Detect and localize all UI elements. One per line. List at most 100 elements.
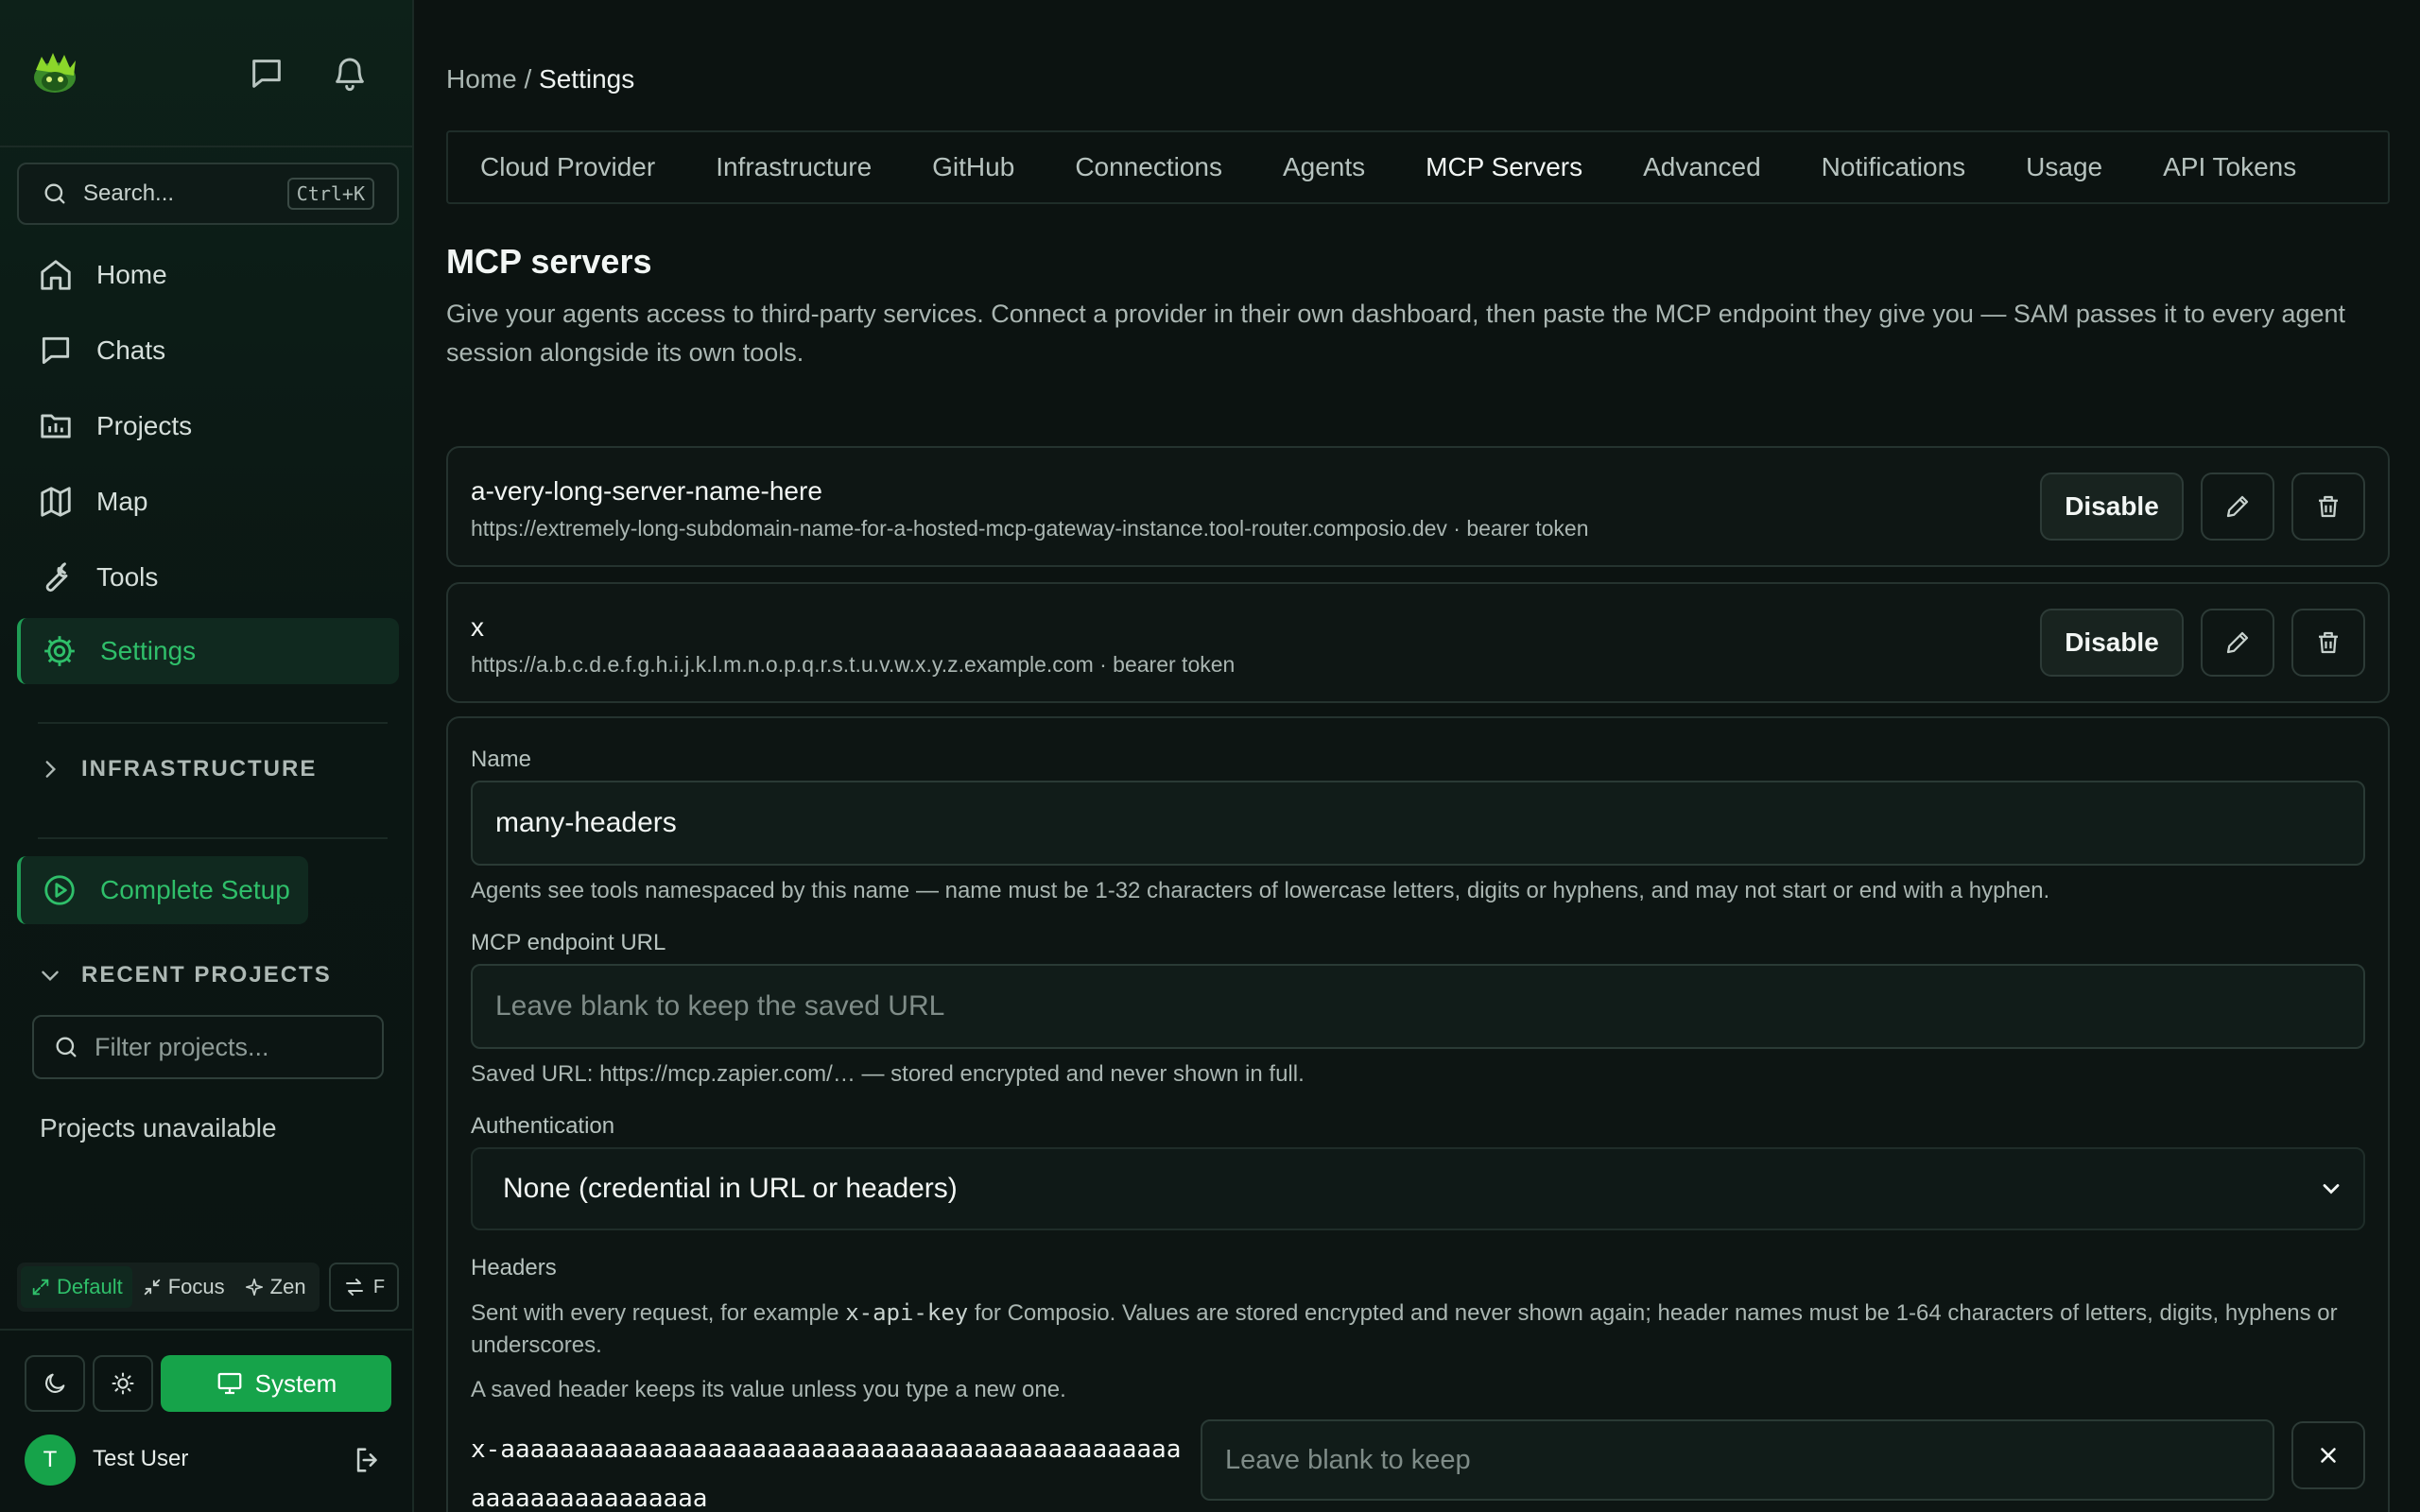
tab-notifications[interactable]: Notifications	[1822, 152, 1966, 182]
swap-arrows-icon	[343, 1276, 366, 1298]
headers-help-code: x-api-key	[845, 1299, 969, 1326]
infrastructure-toggle[interactable]: INFRASTRUCTURE	[38, 756, 317, 782]
sparkle-icon	[244, 1277, 265, 1297]
disable-button[interactable]: Disable	[2040, 609, 2184, 677]
folder-icon	[38, 408, 74, 444]
nav-item-home[interactable]: Home	[17, 242, 399, 308]
close-icon	[2316, 1443, 2341, 1468]
filter-projects-input[interactable]	[95, 1032, 378, 1062]
name-field[interactable]	[471, 781, 2365, 866]
tab-cloud-provider[interactable]: Cloud Provider	[480, 152, 655, 182]
recent-projects-label: RECENT PROJECTS	[81, 962, 332, 988]
moon-icon	[42, 1370, 68, 1397]
complete-setup-button[interactable]: Complete Setup	[17, 856, 308, 924]
settings-tabs: Cloud Provider Infrastructure GitHub Con…	[446, 130, 2390, 204]
chevron-right-icon	[38, 757, 62, 782]
trash-icon	[2314, 492, 2342, 521]
mode-default-label: Default	[57, 1275, 123, 1298]
search-shortcut: Ctrl+K	[286, 178, 374, 210]
tab-infrastructure[interactable]: Infrastructure	[716, 152, 872, 182]
chat-icon	[38, 333, 74, 369]
nav-item-tools[interactable]: Tools	[17, 544, 399, 610]
chevron-down-icon	[38, 963, 62, 988]
recent-projects-toggle[interactable]: RECENT PROJECTS	[38, 962, 332, 988]
header-value-field[interactable]	[1201, 1419, 2274, 1501]
remove-header-button[interactable]	[2291, 1421, 2365, 1489]
sidebar: Search... Ctrl+K Home Chats Projects Map…	[0, 0, 414, 1512]
delete-button[interactable]	[2291, 472, 2365, 541]
url-field[interactable]	[471, 964, 2365, 1049]
shrink-icon	[142, 1277, 163, 1297]
trash-icon	[2314, 628, 2342, 657]
mode-zen-button[interactable]: Zen	[234, 1266, 316, 1308]
tab-github[interactable]: GitHub	[932, 152, 1014, 182]
tab-usage[interactable]: Usage	[2026, 152, 2102, 182]
server-url: https://a.b.c.d.e.f.g.h.i.j.k.l.m.n.o.p.…	[471, 652, 1236, 677]
tab-api-tokens[interactable]: API Tokens	[2163, 152, 2296, 182]
tab-connections[interactable]: Connections	[1075, 152, 1222, 182]
nav-label-settings: Settings	[100, 636, 197, 665]
edit-button[interactable]	[2201, 472, 2274, 541]
header-value-input[interactable]	[1225, 1444, 2246, 1476]
page-description: Give your agents access to third-party s…	[446, 300, 2346, 367]
breadcrumb-current: Settings	[539, 64, 635, 94]
tab-advanced[interactable]: Advanced	[1643, 152, 1761, 182]
name-input[interactable]	[495, 807, 2329, 839]
server-card: x https://a.b.c.d.e.f.g.h.i.j.k.l.m.n.o.…	[446, 582, 2390, 703]
layout-mode-switch: Default Focus Zen	[17, 1263, 320, 1312]
global-search[interactable]: Search... Ctrl+K	[17, 163, 399, 225]
headers-note: A saved header keeps its value unless yo…	[471, 1377, 1066, 1402]
auth-label: Authentication	[471, 1113, 615, 1139]
bell-icon[interactable]	[331, 55, 369, 93]
nav-label-chats: Chats	[96, 335, 166, 365]
nav-item-settings[interactable]: Settings	[17, 618, 399, 684]
headers-label: Headers	[471, 1255, 557, 1280]
delete-button[interactable]	[2291, 609, 2365, 677]
nav-item-map[interactable]: Map	[17, 469, 399, 535]
headers-help: Sent with every request, for example x-a…	[471, 1297, 2371, 1362]
header-name: x-aaaaaaaaaaaaaaaaaaaaaaaaaaaaaaaaaaaaaa…	[471, 1435, 1182, 1512]
nav-item-projects[interactable]: Projects	[17, 393, 399, 459]
edit-button[interactable]	[2201, 609, 2274, 677]
headers-help-text: Sent with every request, for example	[471, 1300, 846, 1326]
play-circle-icon	[42, 872, 78, 908]
url-input[interactable]	[495, 990, 2329, 1022]
auth-selected-value: None (credential in URL or headers)	[503, 1173, 958, 1204]
messages-icon[interactable]	[248, 55, 285, 93]
nav-item-chats[interactable]: Chats	[17, 318, 399, 384]
mode-default-button[interactable]: Default	[21, 1266, 132, 1308]
search-label: Search...	[83, 180, 175, 206]
mode-focus-label: Focus	[167, 1275, 225, 1298]
server-name: x	[471, 612, 484, 642]
name-label: Name	[471, 747, 532, 772]
pencil-icon	[2223, 492, 2252, 521]
avatar[interactable]: T	[25, 1435, 76, 1486]
monitor-icon	[216, 1369, 244, 1398]
home-icon	[38, 257, 74, 293]
tab-mcp-servers[interactable]: MCP Servers	[1426, 152, 1582, 182]
dark-theme-button[interactable]	[25, 1355, 85, 1412]
chevron-down-icon	[2318, 1176, 2344, 1202]
system-theme-label: System	[254, 1368, 337, 1398]
light-theme-button[interactable]	[93, 1355, 153, 1412]
breadcrumb: Home / Settings	[446, 64, 634, 94]
app-logo[interactable]	[28, 49, 81, 96]
disable-button[interactable]: Disable	[2040, 472, 2184, 541]
search-icon	[42, 180, 68, 207]
mode-focus-button[interactable]: Focus	[132, 1266, 234, 1308]
filter-projects-field[interactable]	[32, 1015, 384, 1079]
sun-icon	[110, 1370, 136, 1397]
swap-layout-button[interactable]: F	[329, 1263, 399, 1312]
expand-icon	[30, 1277, 51, 1297]
wrench-icon	[38, 559, 74, 595]
breadcrumb-home[interactable]: Home	[446, 64, 517, 94]
gear-icon	[42, 633, 78, 669]
system-theme-button[interactable]: System	[161, 1355, 391, 1412]
complete-setup-label: Complete Setup	[100, 875, 290, 904]
breadcrumb-separator: /	[516, 64, 540, 94]
tab-agents[interactable]: Agents	[1283, 152, 1365, 182]
nav-label-map: Map	[96, 487, 148, 516]
logout-icon[interactable]	[352, 1444, 384, 1476]
auth-select[interactable]: None (credential in URL or headers)	[471, 1147, 2365, 1230]
nav-label-tools: Tools	[96, 562, 159, 592]
